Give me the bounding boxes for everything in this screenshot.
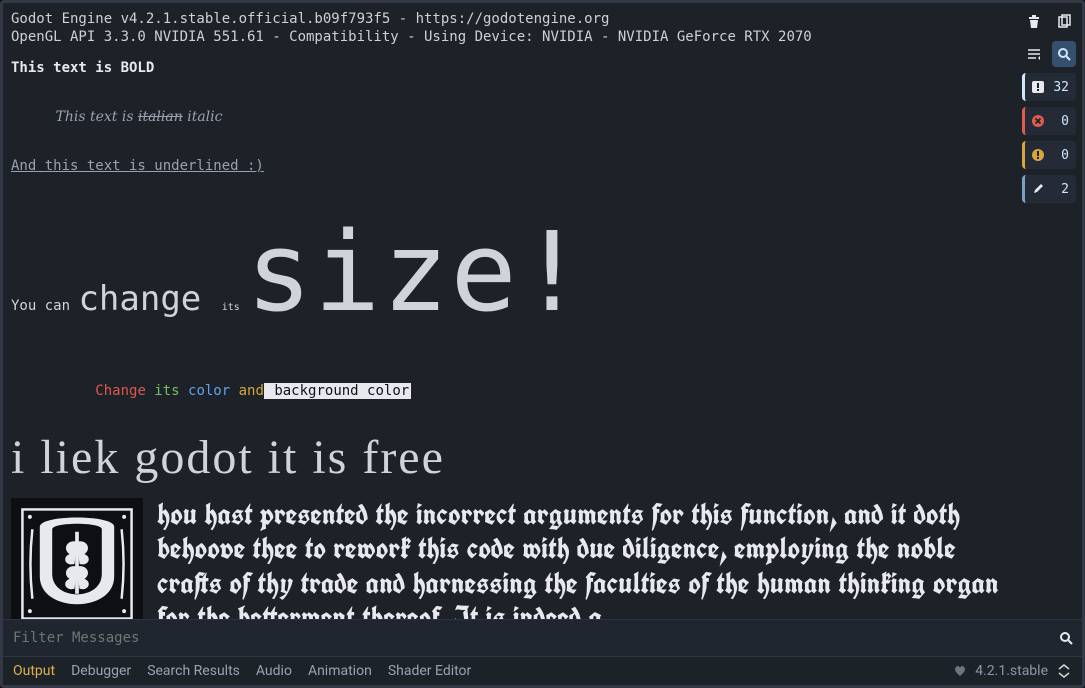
version-text: 4.2.1.stable: [975, 663, 1048, 679]
log-blackletter-text: hou hast presented the incorrect argumen…: [157, 498, 1004, 620]
output-sidebar: 32 0 0 2: [1016, 3, 1082, 619]
output-log[interactable]: Godot Engine v4.2.1.stable.official.b09f…: [3, 3, 1010, 619]
log-bold-line: This text is BOLD: [11, 60, 1004, 78]
size-part-2: change: [78, 279, 221, 319]
dropcap-image: [11, 498, 143, 620]
color-word-yellow: and: [230, 383, 264, 399]
panel-body: Godot Engine v4.2.1.stable.official.b09f…: [3, 3, 1082, 619]
toggle-wrap-button[interactable]: [1022, 41, 1046, 67]
editor-icon: [1031, 181, 1045, 197]
filter-warnings-button[interactable]: 0: [1022, 141, 1076, 169]
color-word-blue: color: [180, 383, 231, 399]
copy-output-button[interactable]: [1052, 9, 1076, 35]
tab-search-results[interactable]: Search Results: [147, 663, 240, 679]
tab-shader-editor[interactable]: Shader Editor: [388, 663, 471, 679]
status-version: 4.2.1.stable: [953, 663, 1072, 679]
log-size-line: You can change its size!: [11, 204, 1004, 342]
log-handwriting-line: i liek godot it is free: [11, 428, 1004, 488]
filter-bar: [3, 619, 1082, 656]
errors-count: 0: [1051, 114, 1069, 129]
size-part-3: its: [222, 302, 246, 313]
color-word-green: its: [146, 383, 180, 399]
log-line: Godot Engine v4.2.1.stable.official.b09f…: [11, 11, 1004, 29]
error-icon: [1031, 113, 1045, 129]
bottom-tabs: Output Debugger Search Results Audio Ani…: [3, 656, 1082, 685]
color-word-bg: background color: [264, 383, 411, 399]
tab-debugger[interactable]: Debugger: [71, 663, 131, 679]
warnings-count: 0: [1051, 148, 1069, 163]
log-color-line: Change its color and background color: [11, 365, 1004, 418]
size-part-1: You can: [11, 298, 78, 314]
heart-icon: [953, 664, 967, 678]
output-panel: Godot Engine v4.2.1.stable.official.b09f…: [0, 0, 1085, 688]
log-line: OpenGL API 3.3.0 NVIDIA 551.61 - Compati…: [11, 29, 1004, 47]
filter-errors-button[interactable]: 0: [1022, 107, 1076, 135]
italic-strike: italian: [138, 109, 183, 125]
log-blackletter-block: hou hast presented the incorrect argumen…: [11, 498, 1004, 620]
editor-count: 2: [1051, 182, 1069, 197]
filter-search-icon[interactable]: [1058, 630, 1074, 646]
warning-icon: [1031, 147, 1045, 163]
output-wrap: Godot Engine v4.2.1.stable.official.b09f…: [3, 3, 1016, 619]
filter-editor-button[interactable]: 2: [1022, 175, 1076, 203]
log-underline-line: And this text is underlined :): [11, 158, 1004, 176]
italic-pre: This text is: [56, 109, 138, 125]
filter-messages-button[interactable]: 32: [1022, 73, 1076, 101]
size-part-4: size!: [246, 208, 587, 336]
color-word-red: Change: [95, 383, 146, 399]
messages-icon: [1031, 79, 1045, 95]
tab-output[interactable]: Output: [13, 663, 55, 679]
filter-input[interactable]: [11, 624, 1052, 652]
tab-audio[interactable]: Audio: [256, 663, 292, 679]
messages-count: 32: [1051, 80, 1069, 95]
toggle-search-button[interactable]: [1052, 41, 1076, 67]
clear-output-button[interactable]: [1022, 9, 1046, 35]
log-italic-line: This text is italian italic: [11, 92, 1004, 145]
expand-panel-icon[interactable]: [1056, 663, 1072, 679]
italic-post: italic: [183, 109, 223, 125]
tab-animation[interactable]: Animation: [308, 663, 372, 679]
